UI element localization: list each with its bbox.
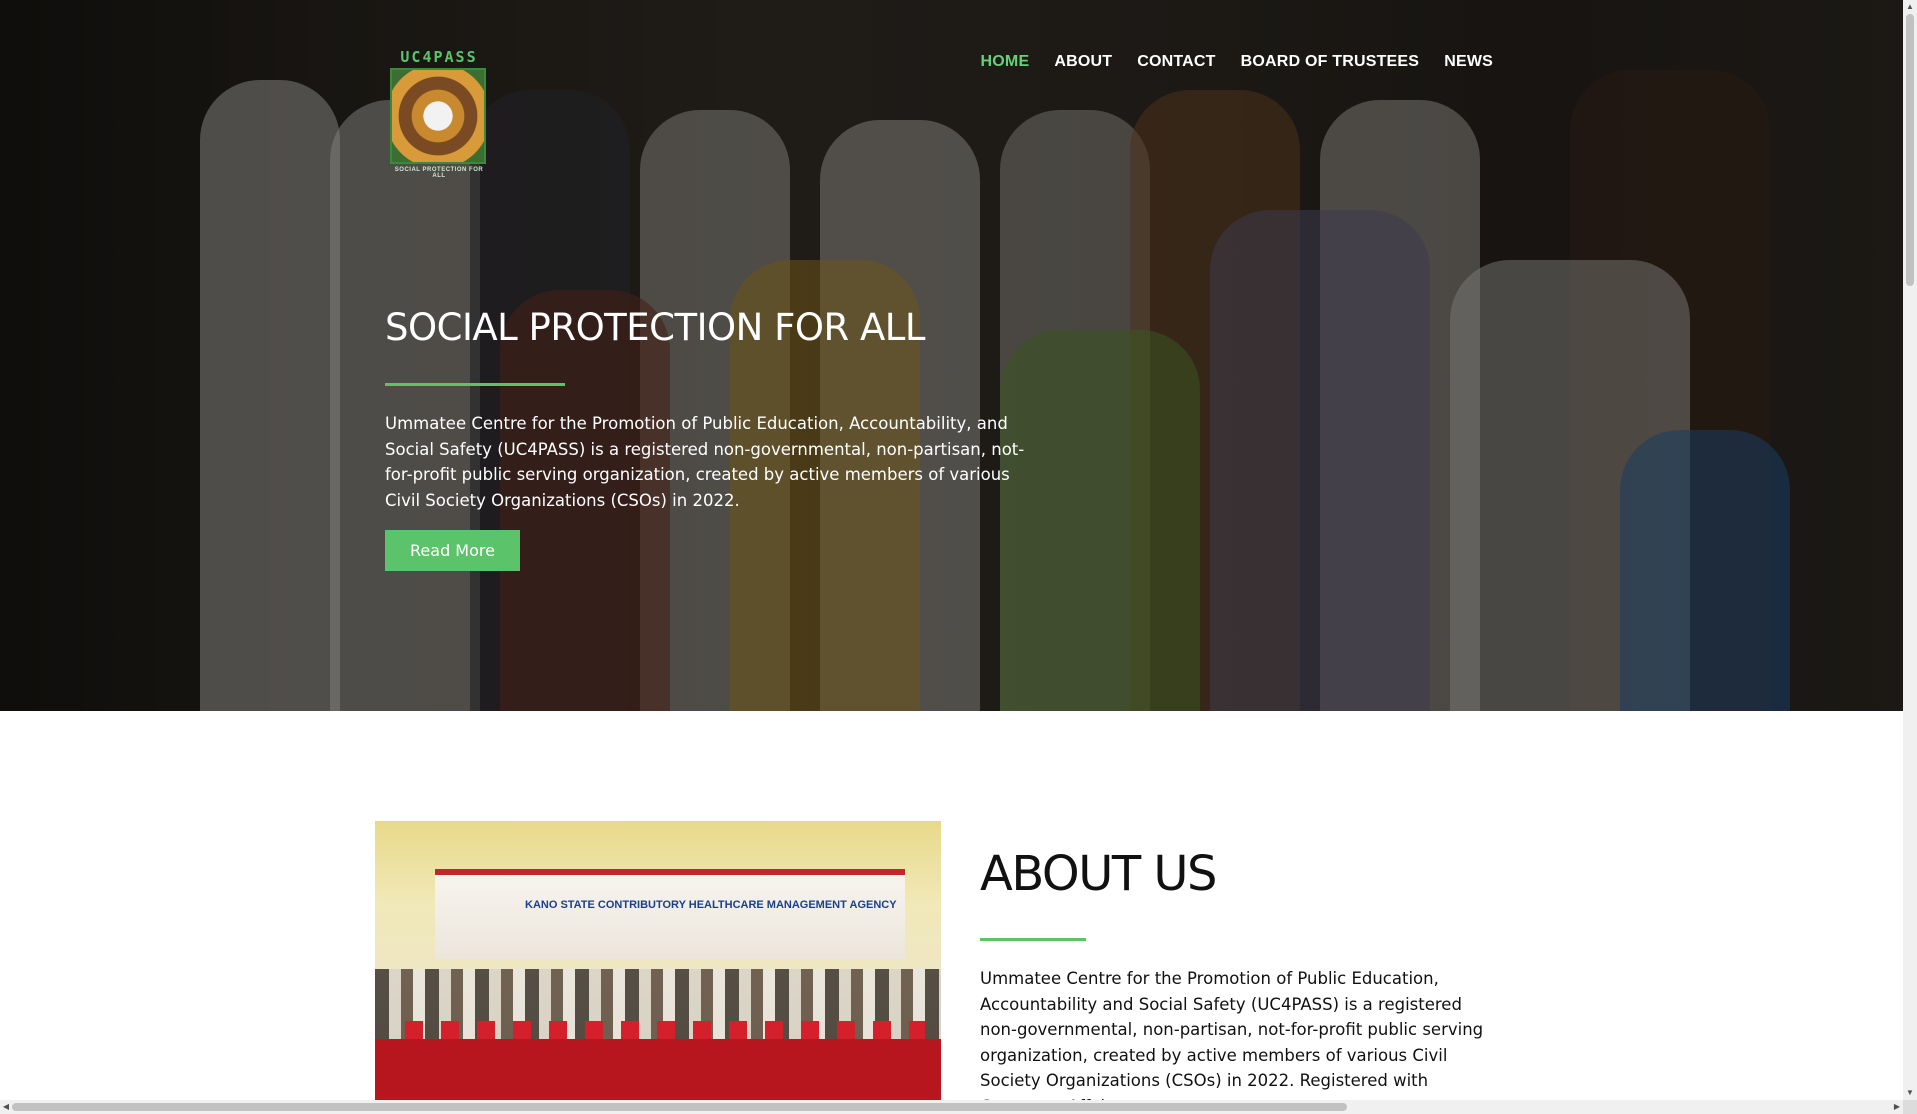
- read-more-button[interactable]: Read More: [385, 530, 520, 571]
- vertical-scrollbar[interactable]: ▲ ▼: [1903, 0, 1917, 1100]
- nav-item-board-of-trustees[interactable]: BOARD OF TRUSTEES: [1241, 53, 1420, 71]
- nav-item-about[interactable]: ABOUT: [1054, 53, 1112, 71]
- horizontal-scroll-thumb[interactable]: [12, 1103, 1347, 1111]
- hero-description: Ummatee Centre for the Promotion of Publ…: [385, 414, 1025, 510]
- scroll-right-icon[interactable]: ▶: [1891, 1100, 1903, 1114]
- scrollbar-corner: [1903, 1100, 1917, 1114]
- logo-wordmark: UC4PASS: [400, 48, 478, 66]
- hero-title: SOCIAL PROTECTION FOR ALL: [385, 306, 926, 349]
- scroll-up-icon[interactable]: ▲: [1903, 0, 1917, 14]
- about-photo: KANO STATE CONTRIBUTORY HEALTHCARE MANAG…: [375, 821, 941, 1101]
- nav-item-home[interactable]: HOME: [981, 53, 1030, 71]
- logo-tagline: SOCIAL PROTECTION FOR ALL: [394, 167, 484, 179]
- scroll-left-icon[interactable]: ◀: [0, 1100, 12, 1114]
- logo-emblem-icon: [390, 68, 486, 164]
- about-photo-banner: [435, 869, 905, 959]
- about-title-underline: [980, 938, 1086, 941]
- about-title: ABOUT US: [980, 846, 1218, 902]
- nav-item-news[interactable]: NEWS: [1444, 53, 1493, 71]
- about-photo-table: [375, 1039, 941, 1101]
- about-description: Ummatee Centre for the Promotion of Publ…: [980, 969, 1484, 1114]
- vertical-scroll-thumb[interactable]: [1906, 14, 1914, 286]
- hero-title-underline: [385, 383, 565, 386]
- nav-item-contact[interactable]: CONTACT: [1137, 53, 1215, 71]
- hero-dark-overlay: [0, 0, 1903, 711]
- hero-section: UC4PASS SOCIAL PROTECTION FOR ALL HOME A…: [0, 0, 1903, 711]
- main-navigation: HOME ABOUT CONTACT BOARD OF TRUSTEES NEW…: [981, 53, 1493, 71]
- horizontal-scrollbar[interactable]: ◀ ▶: [0, 1100, 1903, 1114]
- site-logo[interactable]: UC4PASS SOCIAL PROTECTION FOR ALL: [390, 48, 488, 179]
- about-photo-banner-text: KANO STATE CONTRIBUTORY HEALTHCARE MANAG…: [525, 899, 897, 911]
- scroll-down-icon[interactable]: ▼: [1903, 1086, 1917, 1100]
